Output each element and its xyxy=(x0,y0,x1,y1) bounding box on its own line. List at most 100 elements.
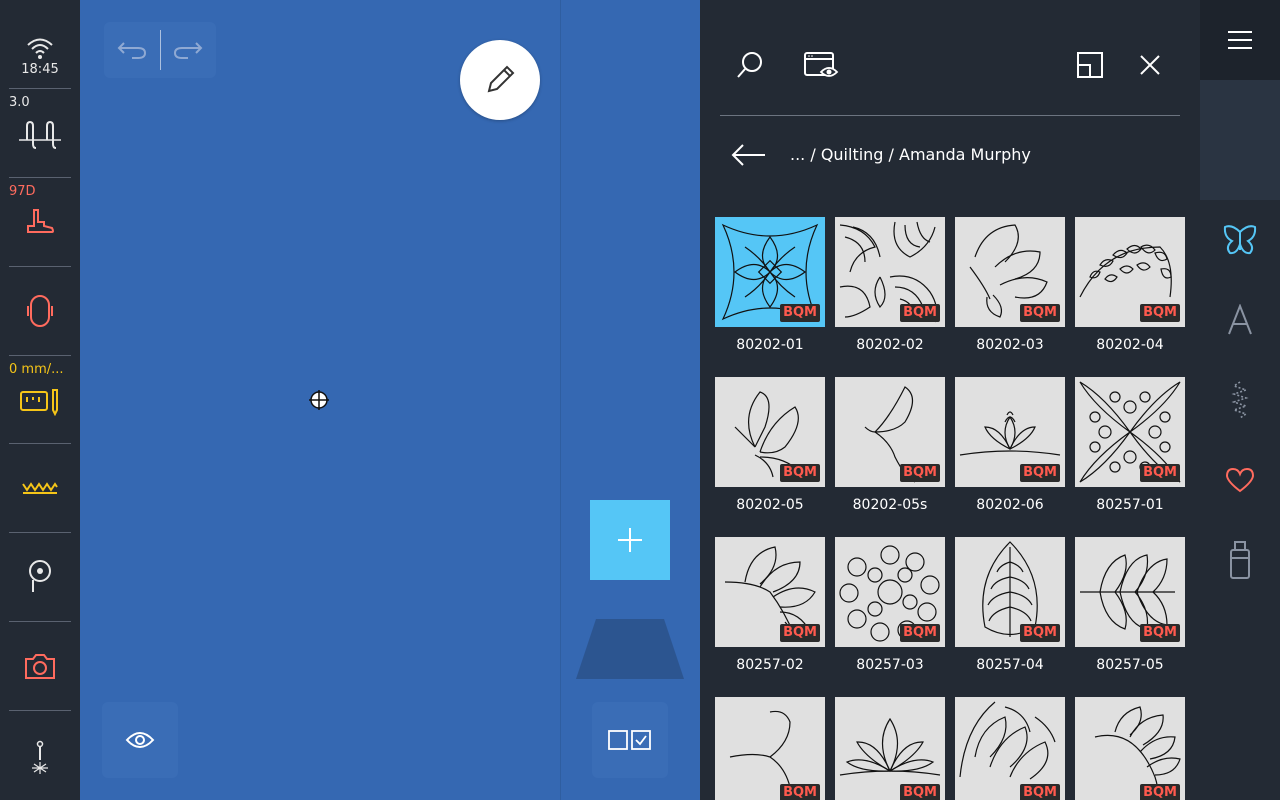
design-tile[interactable]: BQM xyxy=(715,537,825,647)
design-tile[interactable]: BQM xyxy=(835,537,945,647)
design-tile[interactable]: BQM xyxy=(1075,217,1185,327)
bqm-badge: BQM xyxy=(780,624,820,642)
redo-button[interactable] xyxy=(160,22,216,78)
speed-button[interactable] xyxy=(0,378,80,424)
divider xyxy=(9,88,71,89)
bqm-badge: BQM xyxy=(900,624,940,642)
design-tile[interactable]: BQM xyxy=(715,377,825,487)
design-label: 80202-06 xyxy=(976,497,1044,513)
bqm-badge: BQM xyxy=(900,784,940,800)
search-icon xyxy=(737,52,762,78)
redo-icon xyxy=(174,42,203,59)
wifi-status[interactable]: 18:45 xyxy=(0,28,80,84)
hoop-button[interactable] xyxy=(0,288,80,334)
wifi-icon xyxy=(27,38,53,59)
needle-icon xyxy=(32,740,48,774)
needle-button[interactable] xyxy=(0,735,80,781)
design-tile[interactable]: BQM xyxy=(955,217,1065,327)
multi-select-icon xyxy=(608,730,651,750)
expand-panel-button[interactable] xyxy=(1065,40,1115,90)
butterfly-icon xyxy=(1223,225,1257,255)
nav-usb[interactable] xyxy=(1200,520,1280,600)
design-tile[interactable]: BQM xyxy=(715,217,825,327)
menu-button[interactable] xyxy=(1200,0,1280,80)
presser-foot-value: 97D xyxy=(9,184,36,199)
design-tile[interactable]: BQM xyxy=(835,217,945,327)
bqm-badge: BQM xyxy=(900,304,940,322)
design-tile[interactable]: BQM xyxy=(955,537,1065,647)
divider xyxy=(159,30,161,70)
divider xyxy=(9,443,71,444)
hamburger-menu-icon xyxy=(1228,31,1252,49)
nav-designs[interactable] xyxy=(1200,200,1280,280)
undo-button[interactable] xyxy=(104,22,160,78)
search-button[interactable] xyxy=(725,40,775,90)
bqm-badge: BQM xyxy=(1020,624,1060,642)
status-sidebar: 18:45 3.0 97D 0 mm/... xyxy=(0,0,80,800)
divider xyxy=(9,177,71,178)
divider xyxy=(720,115,1180,116)
edit-button[interactable] xyxy=(460,40,540,120)
speed-icon xyxy=(20,389,58,416)
close-panel-button[interactable] xyxy=(1125,40,1175,90)
window-preview-icon xyxy=(804,52,839,77)
design-browser-panel: ... / Quilting / Amanda Murphy BQM 80202… xyxy=(700,0,1200,800)
design-tile[interactable]: BQM xyxy=(1075,377,1185,487)
bqm-badge: BQM xyxy=(780,304,820,322)
design-tile[interactable]: BQM xyxy=(715,697,825,800)
design-tile[interactable]: BQM xyxy=(955,377,1065,487)
design-label: 80257-01 xyxy=(1096,497,1164,513)
bqm-badge: BQM xyxy=(1020,304,1060,322)
bobbin-button[interactable] xyxy=(0,553,80,599)
design-tile[interactable]: BQM xyxy=(955,697,1065,800)
select-button[interactable] xyxy=(592,702,668,778)
divider xyxy=(9,621,71,622)
preview-button[interactable] xyxy=(102,702,178,778)
right-navigation xyxy=(1200,0,1280,800)
nav-tab-background xyxy=(1200,80,1280,200)
design-label: 80257-02 xyxy=(736,657,804,673)
nav-favorites[interactable] xyxy=(1200,440,1280,520)
breadcrumb: ... / Quilting / Amanda Murphy xyxy=(790,145,1031,164)
design-tile[interactable]: BQM xyxy=(835,377,945,487)
nav-stitches[interactable] xyxy=(1200,360,1280,440)
presser-foot-icon xyxy=(27,209,54,233)
bqm-badge: BQM xyxy=(1020,784,1060,800)
bqm-badge: BQM xyxy=(1140,304,1180,322)
add-design-button[interactable] xyxy=(590,500,670,580)
design-label: 80257-03 xyxy=(856,657,924,673)
undo-icon xyxy=(117,42,146,59)
bqm-badge: BQM xyxy=(780,784,820,800)
design-tile[interactable]: BQM xyxy=(835,697,945,800)
arrow-left-icon xyxy=(731,144,765,166)
eye-icon xyxy=(125,732,155,748)
divider xyxy=(9,532,71,533)
close-icon xyxy=(1140,55,1160,75)
bqm-badge: BQM xyxy=(1140,784,1180,800)
stitch-program-button[interactable] xyxy=(0,465,80,511)
bqm-badge: BQM xyxy=(1140,624,1180,642)
design-label: 80202-04 xyxy=(1096,337,1164,353)
design-label: 80202-02 xyxy=(856,337,924,353)
stitches-icon xyxy=(1231,381,1249,419)
zigzag-icon xyxy=(22,482,58,494)
back-button[interactable] xyxy=(724,135,774,175)
design-label: 80202-05s xyxy=(852,497,928,513)
divider xyxy=(9,710,71,711)
plus-icon xyxy=(618,528,642,552)
hoop-strip xyxy=(560,0,700,800)
camera-icon xyxy=(25,654,55,679)
stitch-width-button[interactable] xyxy=(0,112,80,158)
stitch-width-icon xyxy=(19,120,61,149)
presser-foot-button[interactable] xyxy=(0,200,80,246)
usb-stick-icon xyxy=(1230,541,1250,579)
nav-fonts[interactable] xyxy=(1200,280,1280,360)
speed-value: 0 mm/... xyxy=(9,362,64,377)
expand-icon xyxy=(1077,52,1103,78)
camera-button[interactable] xyxy=(0,643,80,689)
design-tile[interactable]: BQM xyxy=(1075,537,1185,647)
crosshair-icon[interactable] xyxy=(309,390,329,410)
bobbin-icon xyxy=(29,560,51,592)
design-tile[interactable]: BQM xyxy=(1075,697,1185,800)
preview-window-button[interactable] xyxy=(796,40,846,90)
